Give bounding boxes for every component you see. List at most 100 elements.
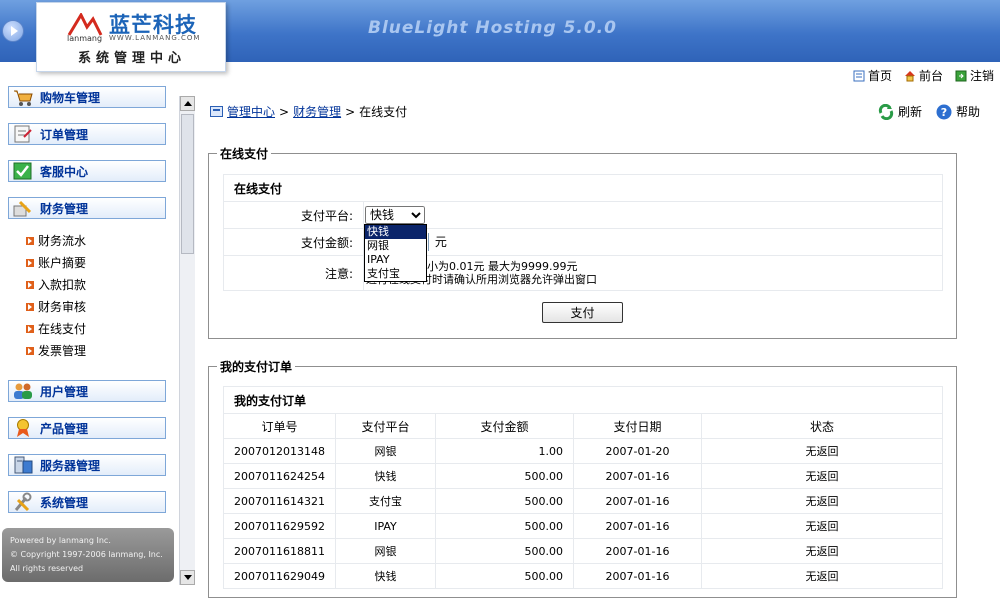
order-date: 2007-01-16	[573, 488, 702, 514]
refresh-icon	[878, 103, 894, 120]
frontend-label: 前台	[918, 69, 943, 83]
bullet-arrow-icon	[26, 324, 34, 333]
note-line-1: 小为0.01元 最大为9999.99元	[427, 260, 578, 273]
amount-input-edge	[428, 233, 429, 252]
menu-orders[interactable]: 订单管理	[8, 123, 166, 145]
menu-orders-label: 订单管理	[40, 127, 89, 142]
home-page-label: 首页	[867, 69, 892, 83]
platform-option-ipay[interactable]: IPAY	[365, 253, 426, 267]
logo-system-title: 系统管理中心	[77, 51, 186, 66]
logo: 蓝芒科技 lanmang WWW.LANMANG.COM 系统管理中心	[36, 2, 226, 72]
menu-products[interactable]: 产品管理	[8, 417, 166, 439]
menu-support-label: 客服中心	[40, 164, 89, 179]
copyright-line: Powered by lanmang Inc.	[10, 536, 111, 545]
order-platform: 网银	[335, 438, 436, 464]
order-amount: 1.00	[435, 438, 574, 464]
order-platform: 支付宝	[335, 488, 436, 514]
breadcrumb-window-icon	[210, 106, 223, 117]
sub-item-deposit-deduct[interactable]: 入款扣款	[26, 276, 86, 293]
order-amount: 500.00	[435, 538, 574, 564]
column-header: 支付金额	[435, 413, 574, 439]
menu-cart-label: 购物车管理	[40, 90, 101, 105]
column-header: 支付日期	[573, 413, 702, 439]
sub-item-online-pay[interactable]: 在线支付	[26, 320, 86, 337]
logout-link[interactable]: 注销	[955, 67, 994, 84]
column-header: 订单号	[223, 413, 336, 439]
note-line-2: 进行在线支付时请确认所用浏览器允许弹出窗口	[366, 273, 597, 286]
help-icon: ?	[936, 104, 952, 119]
order-id: 2007011629592	[223, 513, 336, 539]
sub-item-finance-flow[interactable]: 财务流水	[26, 232, 86, 249]
bullet-arrow-icon	[26, 280, 34, 289]
menu-servers[interactable]: 服务器管理	[8, 454, 166, 476]
logout-icon	[955, 70, 967, 82]
order-id: 2007012013148	[223, 438, 336, 464]
server-icon	[12, 455, 34, 475]
scroll-up-arrow-icon[interactable]	[180, 96, 195, 111]
pay-form-title: 在线支付	[223, 174, 943, 202]
logo-url: WWW.LANMANG.COM	[109, 34, 201, 42]
left-menu: 购物车管理 订单管理 客服中心 财务管理 财务流水 账户摘要 入款扣款 财务审核…	[0, 86, 179, 585]
table-row: 2007012013148 网银 1.00 2007-01-20 无返回	[223, 438, 943, 464]
menu-users[interactable]: 用户管理	[8, 380, 166, 402]
pay-form-table: 在线支付 支付平台: 快钱 支付金额: 元 注意: 小为0.01元 最大为999…	[223, 174, 943, 291]
orders-legend: 我的支付订单	[220, 360, 293, 374]
order-id: 2007011618811	[223, 538, 336, 564]
order-date: 2007-01-20	[573, 438, 702, 464]
frontend-link[interactable]: 前台	[904, 67, 943, 84]
orders-title: 我的支付订单	[223, 386, 943, 414]
left-menu-scrollbar[interactable]	[179, 96, 195, 585]
top-links: 首页 前台 注销	[853, 67, 994, 84]
table-row: 2007011614321 支付宝 500.00 2007-01-16 无返回	[223, 488, 943, 514]
sub-item-invoice[interactable]: 发票管理	[26, 342, 86, 359]
menu-finance[interactable]: 财务管理	[8, 197, 166, 219]
breadcrumb-separator: >	[345, 104, 356, 119]
sub-item-label: 财务审核	[38, 300, 87, 314]
house-icon	[904, 70, 916, 82]
copyright-line: All rights reserved	[10, 564, 84, 573]
breadcrumb-home-link[interactable]: 管理中心	[227, 103, 275, 120]
platform-option-wangyin[interactable]: 网银	[365, 239, 426, 253]
refresh-button[interactable]: 刷新	[878, 103, 922, 120]
copyright-line: © Copyright 1997-2006 lanmang, Inc.	[10, 550, 163, 559]
sub-item-account-summary[interactable]: 账户摘要	[26, 254, 86, 271]
scroll-thumb[interactable]	[181, 114, 194, 254]
users-icon	[12, 381, 34, 401]
order-date: 2007-01-16	[573, 463, 702, 489]
table-row: 2007011629592 IPAY 500.00 2007-01-16 无返回	[223, 513, 943, 539]
column-header: 支付平台	[335, 413, 436, 439]
product-name: BlueLight Hosting 5.0.0	[368, 18, 617, 38]
menu-finance-label: 财务管理	[40, 201, 89, 216]
order-amount: 500.00	[435, 463, 574, 489]
menu-support[interactable]: 客服中心	[8, 160, 166, 182]
column-header: 状态	[701, 413, 943, 439]
order-date: 2007-01-16	[573, 538, 702, 564]
menu-system[interactable]: 系统管理	[8, 491, 166, 513]
amount-label: 支付金额:	[223, 228, 364, 256]
sub-item-label: 财务流水	[38, 234, 87, 248]
note-label: 注意:	[223, 255, 364, 291]
order-id: 2007011614321	[223, 488, 336, 514]
cart-icon	[12, 87, 34, 107]
order-status: 无返回	[701, 438, 943, 464]
sub-item-label: 在线支付	[38, 322, 87, 336]
platform-select[interactable]: 快钱	[365, 206, 425, 224]
platform-option-kuaiqian[interactable]: 快钱	[365, 225, 426, 239]
order-platform: 快钱	[335, 463, 436, 489]
pay-submit-button[interactable]: 支付	[542, 302, 623, 323]
menu-products-label: 产品管理	[40, 421, 89, 436]
breadcrumb-section-link[interactable]: 财务管理	[293, 103, 341, 120]
platform-dropdown-list: 快钱 网银 IPAY 支付宝	[364, 224, 427, 282]
platform-option-alipay[interactable]: 支付宝	[365, 267, 426, 281]
toggle-arrow-icon[interactable]	[2, 20, 24, 42]
platform-label: 支付平台:	[223, 201, 364, 229]
sub-item-finance-review[interactable]: 财务审核	[26, 298, 86, 315]
scroll-down-arrow-icon[interactable]	[180, 570, 195, 585]
help-button[interactable]: ? 帮助	[936, 103, 980, 120]
menu-cart[interactable]: 购物车管理	[8, 86, 166, 108]
home-page-link[interactable]: 首页	[853, 67, 892, 84]
orders-table: 我的支付订单 订单号 支付平台 支付金额 支付日期 状态 20070120131…	[223, 386, 943, 589]
menu-system-label: 系统管理	[40, 495, 89, 510]
breadcrumb-separator: >	[279, 104, 290, 119]
home-page-icon	[853, 70, 865, 82]
